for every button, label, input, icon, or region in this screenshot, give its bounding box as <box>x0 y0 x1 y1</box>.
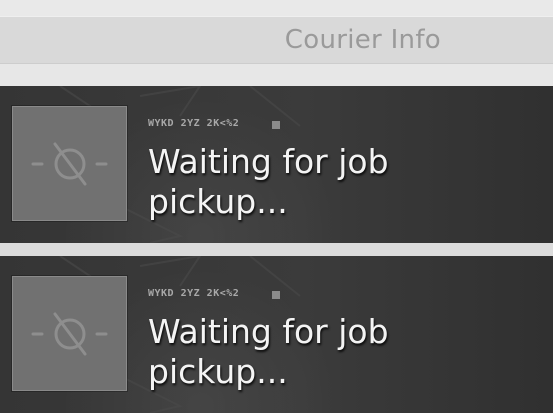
courier-status: Waiting for job pickup... <box>148 312 389 391</box>
no-image-icon <box>31 312 108 356</box>
courier-avatar <box>12 106 127 221</box>
courier-info-header: Courier Info <box>0 16 553 64</box>
courier-avatar <box>12 276 127 391</box>
code-square-icon <box>272 121 280 129</box>
top-strip <box>0 0 553 16</box>
courier-card[interactable]: WYKD 2YZ 2K<%2 Waiting for job pickup... <box>0 86 553 243</box>
courier-status: Waiting for job pickup... <box>148 142 389 221</box>
no-image-icon <box>31 142 108 186</box>
courier-card[interactable]: WYKD 2YZ 2K<%2 Waiting for job pickup... <box>0 256 553 413</box>
code-square-icon <box>272 291 280 299</box>
card-separator <box>0 243 553 256</box>
courier-code: WYKD 2YZ 2K<%2 <box>148 118 240 129</box>
page-title: Courier Info <box>284 25 441 55</box>
courier-code: WYKD 2YZ 2K<%2 <box>148 288 240 299</box>
